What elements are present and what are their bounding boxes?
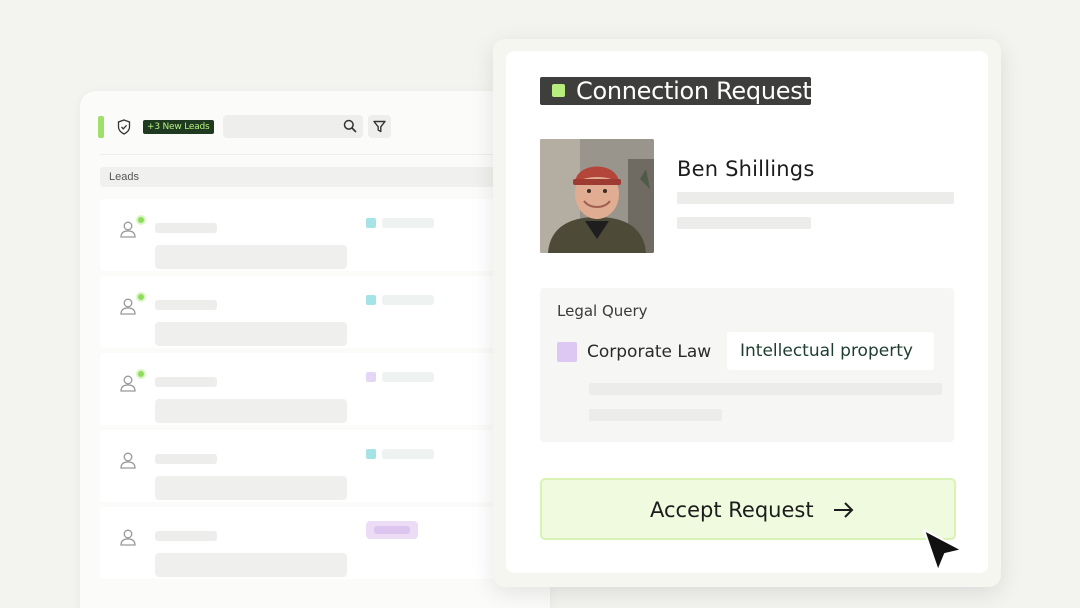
tag-marker bbox=[366, 218, 376, 228]
practice-area: Corporate Law bbox=[587, 342, 712, 362]
lead-row[interactable] bbox=[100, 430, 550, 502]
placeholder-line bbox=[155, 476, 347, 500]
leads-column-header: Leads bbox=[100, 167, 550, 187]
connection-request-card: Connection Request Ben Shillings Legal Q… bbox=[493, 39, 1001, 587]
user-icon bbox=[120, 221, 136, 238]
leads-panel: +3 New Leads Leads bbox=[80, 91, 550, 608]
person-name: Ben Shillings bbox=[677, 157, 815, 181]
online-status-dot bbox=[136, 215, 146, 225]
placeholder-line bbox=[155, 454, 217, 464]
topic-label: Intellectual property bbox=[740, 341, 913, 361]
arrow-right-icon bbox=[834, 502, 854, 518]
card-title: Connection Request bbox=[576, 77, 812, 105]
user-icon bbox=[120, 452, 136, 469]
lead-row[interactable] bbox=[100, 507, 550, 579]
new-leads-badge[interactable]: +3 New Leads bbox=[143, 120, 214, 134]
tag-marker bbox=[366, 449, 376, 459]
accent-bar bbox=[98, 116, 104, 138]
divider bbox=[100, 154, 550, 155]
practice-area-marker bbox=[557, 342, 577, 362]
user-icon bbox=[120, 529, 136, 546]
placeholder-line bbox=[382, 218, 434, 228]
leads-header-label: Leads bbox=[109, 171, 139, 183]
placeholder-line bbox=[155, 223, 217, 233]
placeholder-line bbox=[589, 383, 942, 395]
cursor-icon bbox=[923, 529, 963, 572]
user-icon bbox=[120, 375, 136, 392]
tag-marker bbox=[366, 295, 376, 305]
placeholder-line bbox=[155, 377, 217, 387]
legal-query-section: Legal Query Corporate Law Intellectual p… bbox=[540, 288, 954, 442]
filter-icon bbox=[373, 120, 386, 133]
lead-row[interactable] bbox=[100, 276, 550, 348]
tag-pill bbox=[366, 521, 418, 539]
placeholder-line bbox=[382, 449, 434, 459]
lead-row[interactable] bbox=[100, 353, 550, 425]
placeholder-line bbox=[677, 192, 954, 204]
placeholder-line bbox=[155, 399, 347, 423]
search-icon[interactable] bbox=[343, 119, 357, 133]
filter-button[interactable] bbox=[368, 115, 391, 138]
lead-row[interactable] bbox=[100, 199, 550, 271]
placeholder-line bbox=[155, 531, 217, 541]
placeholder-line bbox=[382, 295, 434, 305]
placeholder-line bbox=[589, 409, 722, 421]
shield-icon bbox=[117, 119, 131, 135]
profile-photo bbox=[540, 139, 654, 253]
query-label: Legal Query bbox=[557, 302, 648, 320]
user-icon bbox=[120, 298, 136, 315]
online-status-dot bbox=[136, 369, 146, 379]
card-body: Connection Request Ben Shillings Legal Q… bbox=[506, 51, 988, 573]
placeholder-line bbox=[155, 553, 347, 577]
accept-request-button[interactable]: Accept Request bbox=[540, 478, 956, 540]
placeholder-line bbox=[155, 300, 217, 310]
leads-toolbar: +3 New Leads bbox=[80, 91, 550, 155]
placeholder-line bbox=[155, 245, 347, 269]
placeholder-line bbox=[155, 322, 347, 346]
accept-button-label: Accept Request bbox=[650, 498, 814, 522]
tag-marker bbox=[366, 372, 376, 382]
online-status-dot bbox=[136, 292, 146, 302]
title-marker bbox=[552, 84, 565, 97]
topic-chip[interactable]: Intellectual property bbox=[727, 332, 934, 370]
search-input[interactable] bbox=[223, 115, 363, 138]
title-chip: Connection Request bbox=[540, 77, 812, 105]
placeholder-line bbox=[382, 372, 434, 382]
placeholder-line bbox=[677, 217, 811, 229]
